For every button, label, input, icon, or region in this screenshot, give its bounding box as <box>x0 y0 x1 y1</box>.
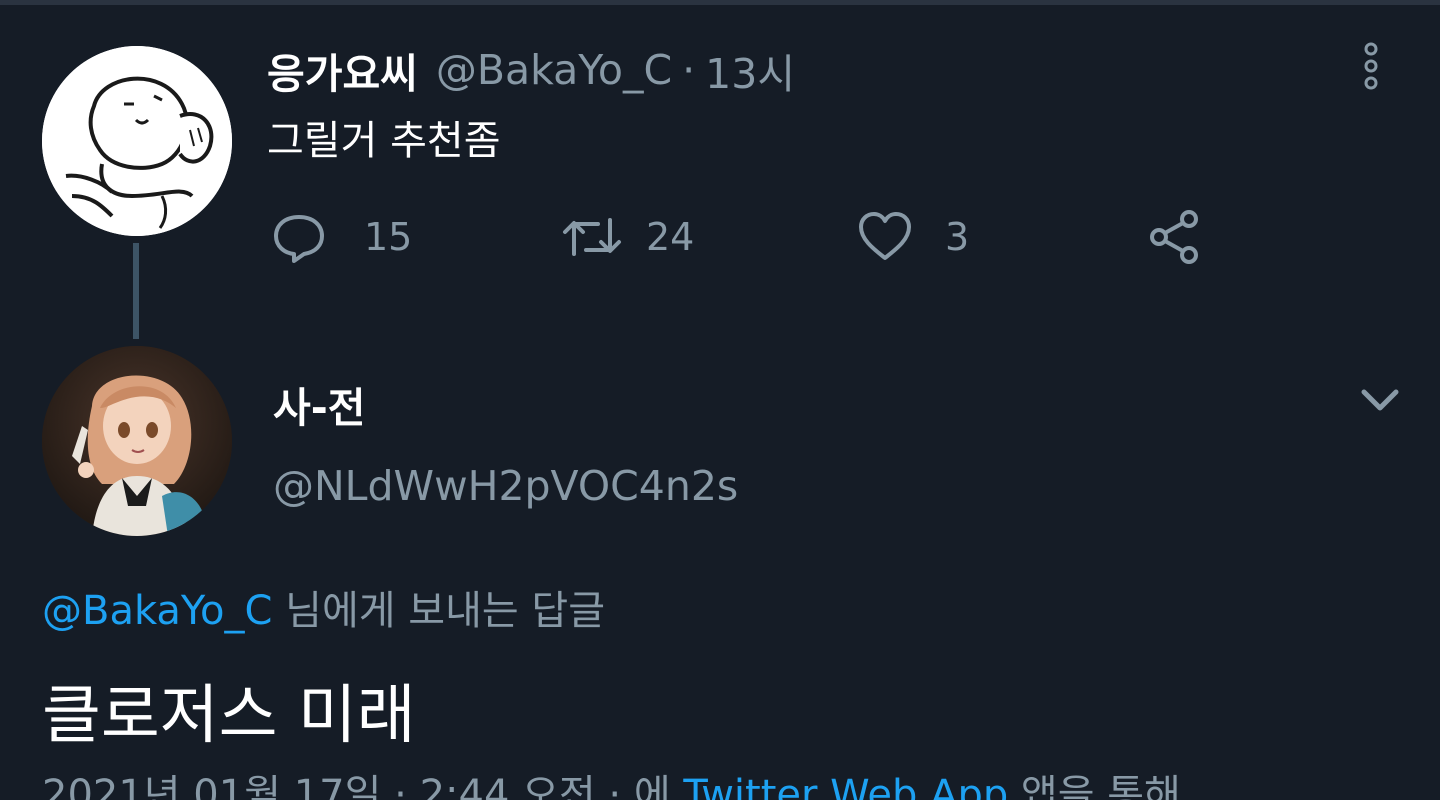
like-button[interactable]: 3 <box>857 205 969 269</box>
source-app-link[interactable]: Twitter Web App <box>683 772 1008 800</box>
cartoon-avatar-icon <box>42 46 232 236</box>
more-options-button[interactable] <box>1356 42 1386 94</box>
source-suffix: 앱을 통해 <box>1008 772 1181 800</box>
focused-handle[interactable]: @NLdWwH2pVOC4n2s <box>273 462 738 510</box>
top-divider <box>0 0 1440 5</box>
parent-handle[interactable]: @BakaYo_C <box>436 46 672 94</box>
tweet-timestamp[interactable]: 2021년 01월 17일 · 2:44 오전 · 에 <box>42 772 683 800</box>
focused-avatar[interactable] <box>42 346 232 536</box>
parent-tweet-text: 그릴거 추천좀 <box>267 118 501 164</box>
parent-avatar[interactable] <box>42 46 232 236</box>
replying-to-line: @BakaYo_C 님에게 보내는 답글 <box>42 578 605 636</box>
retweet-icon <box>563 218 621 256</box>
retweet-count: 24 <box>646 215 695 259</box>
thread-connector-line <box>133 243 139 339</box>
reply-button[interactable]: 15 <box>272 205 412 269</box>
reply-mention-link[interactable]: @BakaYo_C <box>42 588 272 634</box>
anime-avatar-icon <box>42 346 232 536</box>
parent-tweet-header: 응가요씨 @BakaYo_C · 13시 <box>267 42 795 98</box>
tweet-metadata: 2021년 01월 17일 · 2:44 오전 · 에 Twitter Web … <box>42 762 1181 800</box>
focused-tweet-text: 클로저스 미래 <box>42 679 416 753</box>
focused-display-name[interactable]: 사-전 <box>273 374 365 434</box>
header-separator: · <box>682 46 696 94</box>
reply-to-suffix: 님에게 보내는 답글 <box>272 588 605 634</box>
chevron-down-icon <box>1361 389 1399 411</box>
parent-time[interactable]: 13시 <box>705 40 795 100</box>
share-button[interactable] <box>1147 205 1203 269</box>
reply-icon <box>274 215 324 263</box>
like-count: 3 <box>945 215 970 259</box>
heart-icon <box>859 212 911 260</box>
share-icon <box>1150 210 1198 264</box>
tweet-menu-button[interactable] <box>1358 380 1402 420</box>
tweet-thread-screen: 응가요씨 @BakaYo_C · 13시 그릴거 추천좀 15 24 3 사-전… <box>0 0 1440 800</box>
vertical-ellipsis-icon <box>1364 42 1378 90</box>
parent-display-name[interactable]: 응가요씨 <box>267 40 418 100</box>
retweet-button[interactable]: 24 <box>562 205 694 269</box>
reply-count: 15 <box>364 215 413 259</box>
tweet-action-bar: 15 24 3 <box>272 205 1232 269</box>
